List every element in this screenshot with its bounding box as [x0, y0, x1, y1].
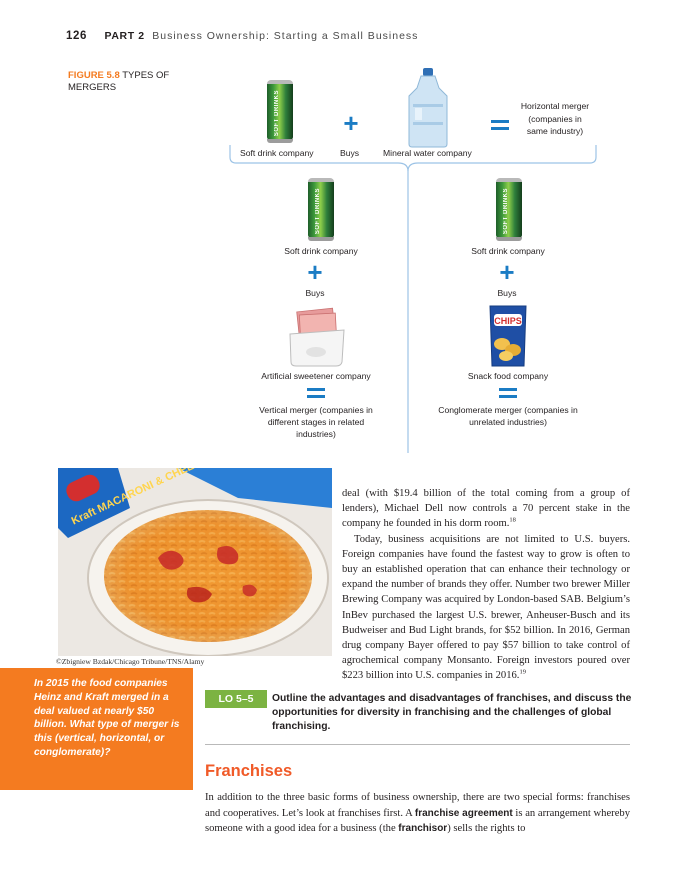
key-term: franchisor [398, 823, 448, 835]
section-title: Franchises [205, 762, 293, 780]
mac-and-cheese-photo: Kraft MACARONI & CHEESE [58, 468, 332, 656]
section-paragraph: In addition to the three basic forms of … [205, 792, 630, 835]
equals-icon [499, 388, 517, 402]
paragraph: Today, business acquisitions are not lim… [342, 533, 630, 682]
conglomerate-target-label: Snack food company [467, 371, 549, 381]
figure-number: FIGURE 5.8 [68, 70, 120, 81]
body-column: deal (with $19.4 billion of the total co… [342, 486, 630, 684]
page-number: 126 [66, 30, 87, 42]
conglomerate-buys-label: Buys [497, 288, 517, 298]
divider [205, 744, 630, 745]
figure-caption: FIGURE 5.8 TYPES OF MERGERS [68, 70, 208, 94]
vertical-buys-label: Buys [305, 288, 325, 298]
footnote-ref[interactable]: 19 [519, 669, 526, 676]
footnote-ref[interactable]: 18 [509, 517, 516, 524]
soda-can-image: SOFT DRINKS [496, 178, 522, 241]
plus-icon: + [307, 257, 323, 287]
water-jug-image [408, 68, 448, 148]
equals-icon [491, 120, 509, 134]
vertical-target-label: Artificial sweetener company [261, 371, 371, 381]
photo-credit: ©Zbigniew Bzdak/Chicago Tribune/TNS/Alam… [56, 657, 205, 666]
learning-objective-text: Outline the advantages and disadvantages… [272, 693, 632, 732]
learning-objective-badge: LO 5–5 [205, 690, 267, 708]
part-label: PART 2 [104, 30, 145, 42]
vertical-company-label: Soft drink company [284, 246, 358, 256]
equals-icon [307, 388, 325, 402]
key-term: franchise agreement [414, 807, 513, 819]
plus-icon: + [343, 108, 359, 138]
horizontal-merger-label: Horizontal merger (companies in same ind… [520, 101, 590, 136]
chips-bag-image: CHIPS [489, 305, 527, 367]
critical-thinking-callout: In 2015 the food companies Heinz and Kra… [0, 668, 193, 790]
conglomerate-merger-label: Conglomerate merger (companies in unrela… [438, 405, 578, 427]
soda-can-image: SOFT DRINKS [308, 178, 334, 241]
running-head: 126 PART 2 Business Ownership: Starting … [66, 30, 418, 42]
sweetener-packets-image [289, 307, 345, 367]
part-title: Business Ownership: Starting a Small Bus… [152, 30, 419, 42]
soda-can-image: SOFT DRINKS [267, 80, 293, 143]
paragraph: deal (with $19.4 billion of the total co… [342, 488, 630, 530]
conglomerate-company-label: Soft drink company [471, 246, 545, 256]
svg-text:CHIPS: CHIPS [494, 316, 522, 326]
vertical-merger-label: Vertical merger (companies in different … [259, 405, 373, 439]
plus-icon: + [499, 257, 515, 287]
